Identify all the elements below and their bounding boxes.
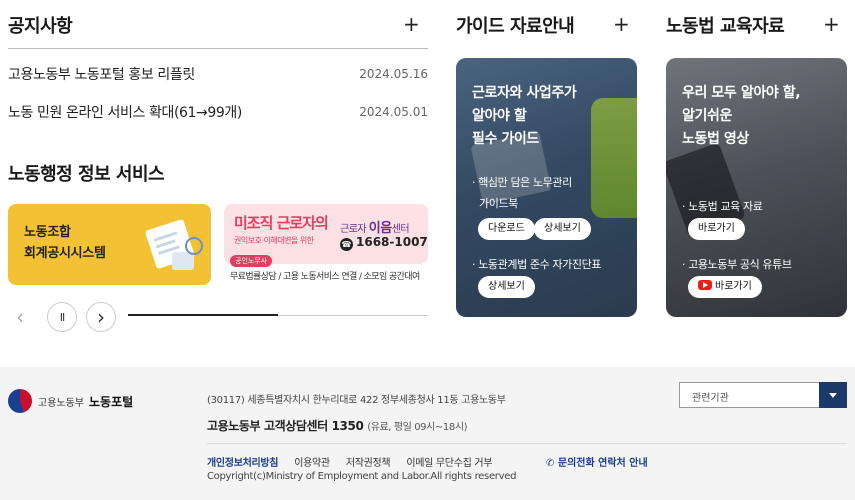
notices-more-button[interactable]: +: [403, 14, 420, 34]
edu-materials-go-button[interactable]: 바로가기: [688, 218, 745, 240]
banner2-badge: 공인노무사: [230, 255, 273, 267]
pause-icon: II: [59, 310, 65, 324]
edu-more-button[interactable]: +: [823, 14, 840, 34]
slider-next-button[interactable]: ›: [86, 302, 116, 332]
notices-title: 공지사항: [8, 16, 73, 37]
banner2-caption: 무료법률상담 / 고용 노동서비스 연결 / 소모임 공간대여: [230, 272, 420, 282]
slider-prev-button[interactable]: ‹: [16, 305, 24, 329]
notice-item-title[interactable]: 노동 민원 온라인 서비스 확대(61→99개): [8, 102, 242, 122]
edu-item-youtube: · 고용노동부 공식 유튜브: [682, 258, 792, 271]
self-check-detail-button[interactable]: 상세보기: [478, 276, 535, 298]
slider-progress-track: [128, 314, 428, 316]
logo-portal: 노동포털: [89, 394, 134, 409]
footer-logo[interactable]: 고용노동부 노동포털: [8, 389, 133, 413]
notice-item-title[interactable]: 고용노동부 노동포털 홍보 리플릿: [8, 64, 195, 84]
banner2-subtitle: 권익보호·이해대변을 위한: [234, 236, 314, 245]
document-illustration-icon: [145, 219, 203, 270]
notices-divider: [8, 48, 428, 49]
banner2-title: 미조직 근로자의: [234, 214, 329, 232]
edu-title: 노동법 교육자료: [666, 16, 785, 37]
privacy-policy-link[interactable]: 개인정보처리방침: [207, 454, 279, 469]
union-accounting-banner[interactable]: 노동조합 회계공시시스템: [8, 204, 211, 285]
guidebook-detail-button[interactable]: 상세보기: [534, 218, 591, 240]
footer: 고용노동부 노동포털 (30117) 세종특별자치시 한누리대로 422 정부세…: [0, 367, 855, 500]
related-agencies-select[interactable]: 관련기관: [679, 382, 847, 408]
slider-pause-button[interactable]: II: [47, 302, 77, 332]
slider-progress-fill: [128, 314, 278, 316]
logo-ministry: 고용노동부: [38, 397, 84, 409]
contact-info-link[interactable]: ✆ 문의전화 연락처 안내: [546, 454, 648, 469]
guidebook-download-button[interactable]: 다운로드: [478, 218, 535, 240]
guide-more-button[interactable]: +: [613, 14, 630, 34]
edu-card-heading: 우리 모두 알아야 할, 알기쉬운 노동법 영상: [682, 85, 801, 147]
banner1-line2: 회계공시시스템: [24, 246, 106, 261]
guide-item-guidebook: · 핵심만 담은 노무관리 가이드북: [472, 176, 572, 210]
footer-address: (30117) 세종특별자치시 한누리대로 422 정부세종청사 11동 고용노…: [207, 395, 506, 406]
footer-callcenter: 고용노동부 고객상담센터 1350 (유료, 평일 09시~18시): [207, 419, 468, 433]
notice-item[interactable]: 노동 민원 온라인 서비스 확대(61→99개) 2024.05.01: [8, 100, 428, 124]
services-title: 노동행정 정보 서비스: [8, 164, 165, 185]
banner1-line1: 노동조합: [24, 225, 71, 240]
chevron-down-icon[interactable]: [819, 382, 847, 408]
footer-links: 개인정보처리방침 이용약관 저작권정책 이메일 무단수집 거부: [207, 454, 492, 469]
notice-item[interactable]: 고용노동부 노동포털 홍보 리플릿 2024.05.16: [8, 62, 428, 86]
notice-item-date: 2024.05.01: [359, 105, 428, 119]
guide-card: 근로자와 사업주가 알아야 할 필수 가이드 · 핵심만 담은 노무관리 가이드…: [456, 58, 637, 317]
guide-card-heading: 근로자와 사업주가 알아야 할 필수 가이드: [472, 85, 577, 147]
email-refusal-link[interactable]: 이메일 무단수집 거부: [406, 454, 492, 469]
banner2-phone: ☎ 1668-1007: [340, 235, 428, 251]
edu-item-materials: · 노동법 교육 자료: [682, 200, 763, 213]
taegeuk-logo-icon: [8, 389, 32, 413]
guide-title: 가이드 자료안내: [456, 16, 575, 37]
copyright-policy-link[interactable]: 저작권정책: [346, 454, 391, 469]
guide-item-self-check: · 노동관계법 준수 자가진단표: [472, 258, 602, 271]
edu-card: 우리 모두 알아야 할, 알기쉬운 노동법 영상 · 노동법 교육 자료 바로가…: [666, 58, 847, 317]
related-agencies-value: 관련기관: [692, 393, 729, 404]
chevron-right-icon: ›: [97, 305, 105, 329]
terms-link[interactable]: 이용약관: [294, 454, 330, 469]
union-accounting-banner-text: 노동조합 회계공시시스템: [24, 222, 106, 264]
phone-icon: ☎: [340, 238, 353, 251]
page-root: 공지사항 + 고용노동부 노동포털 홍보 리플릿 2024.05.16 노동 민…: [0, 0, 855, 500]
phone-icon: ✆: [546, 458, 555, 469]
banner2-center-name: 근로자 이음센터: [340, 221, 410, 236]
footer-copyright: Copyright(c)Ministry of Employment and L…: [207, 471, 517, 482]
youtube-go-button[interactable]: 바로가기: [688, 276, 762, 298]
youtube-icon: [698, 280, 712, 290]
notice-item-date: 2024.05.16: [359, 67, 428, 81]
footer-divider: [207, 443, 847, 444]
